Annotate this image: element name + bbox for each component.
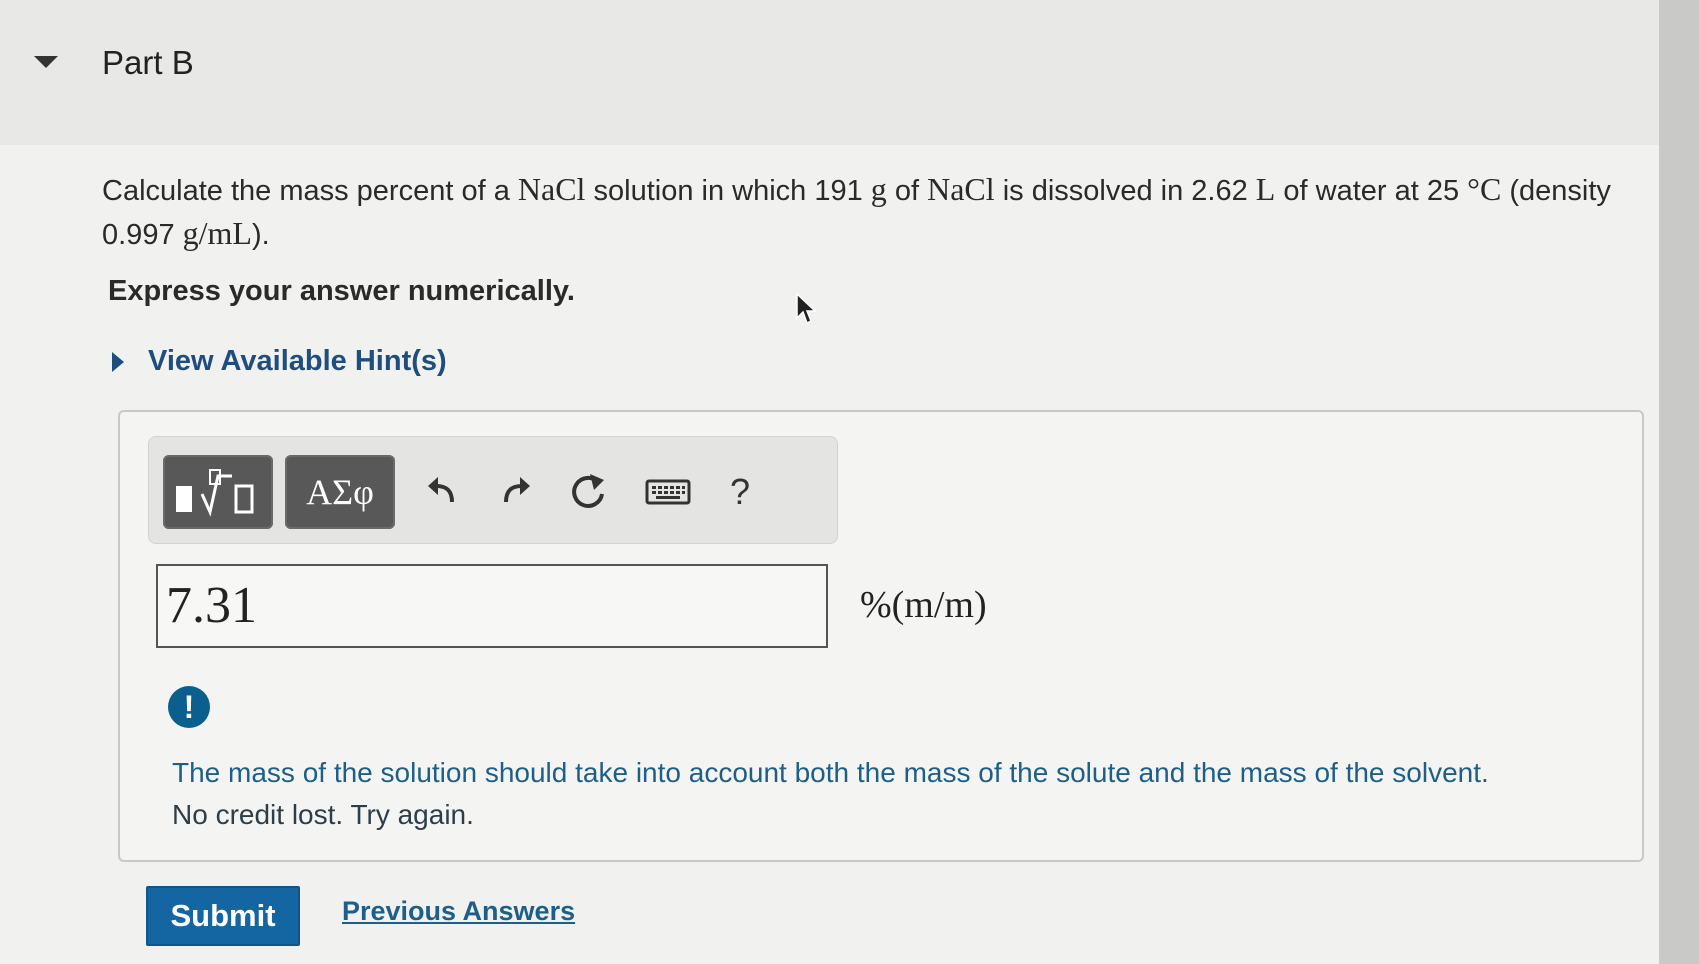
- question-segment: solution in which 191: [585, 175, 871, 207]
- reset-icon[interactable]: [561, 465, 615, 519]
- unit-grams: g: [870, 171, 887, 207]
- math-toolbar: ΑΣφ ?: [148, 436, 838, 544]
- previous-answers-link[interactable]: Previous Answers: [342, 896, 575, 927]
- question-segment: is dissolved in 2.62: [994, 175, 1256, 207]
- question-segment: ).: [251, 219, 270, 251]
- question-text: Calculate the mass percent of a NaCl sol…: [102, 168, 1662, 256]
- feedback-line: No credit lost. Try again.: [172, 799, 474, 830]
- answer-units: %(m/m): [860, 584, 987, 626]
- submit-button[interactable]: Submit: [146, 886, 300, 946]
- answer-instruction: Express your answer numerically.: [108, 275, 575, 307]
- help-icon[interactable]: ?: [713, 465, 767, 519]
- scroll-edge: [1659, 0, 1699, 964]
- templates-button[interactable]: [163, 455, 273, 529]
- alert-icon: !: [168, 686, 210, 728]
- solute-formula: NaCl: [517, 171, 586, 207]
- unit-density: g/mL: [182, 215, 252, 251]
- caret-right-icon: [112, 351, 124, 372]
- solute-formula: NaCl: [927, 171, 995, 207]
- templates-icon: [176, 469, 254, 517]
- answer-input[interactable]: 7.31: [156, 564, 828, 648]
- part-header-band: [0, 0, 1660, 145]
- unit-celsius: °C: [1467, 171, 1502, 207]
- redo-icon[interactable]: [489, 465, 543, 519]
- question-segment: of: [886, 175, 928, 207]
- hints-toggle[interactable]: View Available Hint(s): [112, 345, 447, 378]
- keyboard-icon[interactable]: [641, 465, 695, 519]
- mouse-cursor-icon: [796, 292, 817, 325]
- collapse-caret-icon[interactable]: [34, 56, 58, 68]
- question-segment: of water at 25: [1275, 175, 1468, 207]
- undo-icon[interactable]: [415, 465, 469, 519]
- view-hints-link[interactable]: View Available Hint(s): [148, 345, 447, 378]
- part-title: Part B: [102, 44, 194, 81]
- question-segment: Calculate the mass percent of a: [102, 175, 518, 207]
- greek-symbols-button[interactable]: ΑΣφ: [285, 455, 395, 529]
- feedback-line: The mass of the solution should take int…: [172, 757, 1489, 788]
- feedback-message: The mass of the solution should take int…: [172, 752, 1632, 836]
- unit-liters: L: [1255, 171, 1276, 207]
